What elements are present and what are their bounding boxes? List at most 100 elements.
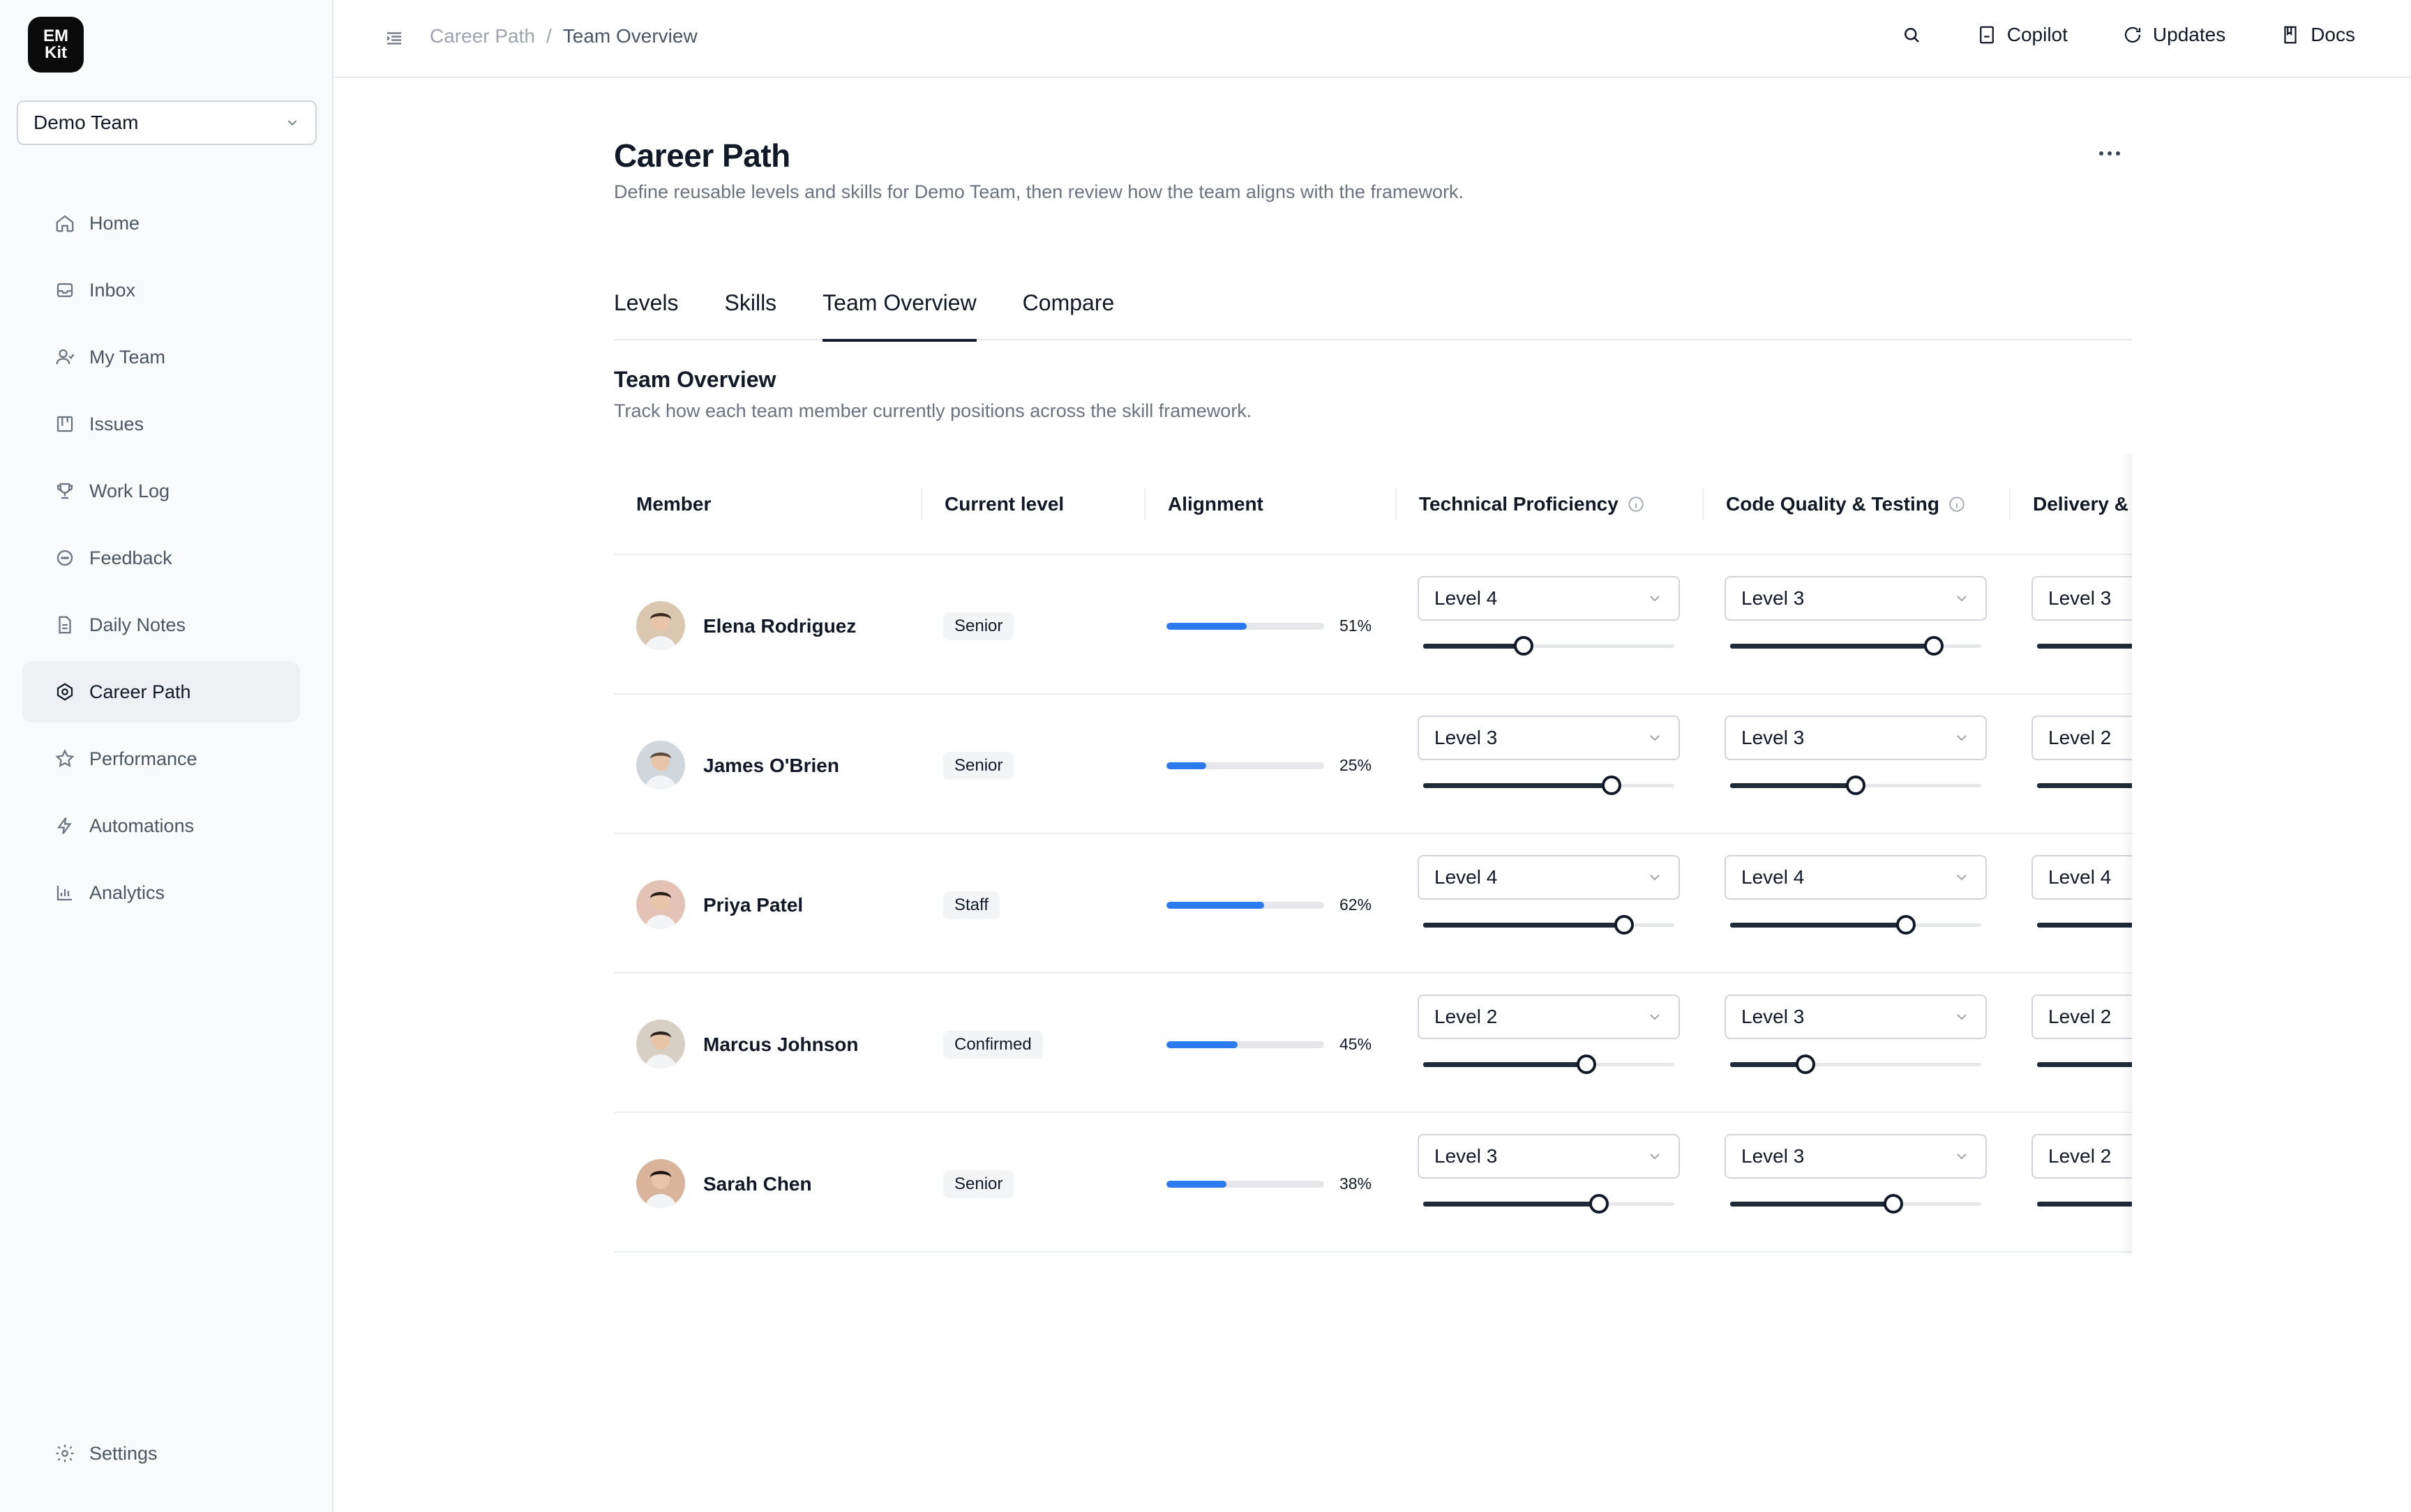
board-icon bbox=[57, 416, 73, 432]
tab-compare[interactable]: Compare bbox=[1023, 285, 1115, 340]
slider-thumb[interactable] bbox=[1514, 636, 1533, 656]
chevron-down-icon bbox=[1650, 596, 1660, 602]
skill-slider[interactable] bbox=[2037, 1054, 2132, 1074]
chevron-down-icon bbox=[1650, 1154, 1660, 1160]
slider-thumb[interactable] bbox=[1796, 1054, 1815, 1074]
search-button[interactable] bbox=[1901, 24, 1922, 45]
skill-level-value: Level 3 bbox=[1741, 1006, 1805, 1027]
skill-slider[interactable] bbox=[1423, 776, 1674, 795]
table-row[interactable]: James O'Brien Senior 25% Level 3 Level 3 Leve… bbox=[614, 695, 2132, 834]
more-options-button[interactable] bbox=[2093, 139, 2126, 167]
skill-level-value: Level 2 bbox=[2048, 1006, 2112, 1027]
sidebar-item-settings[interactable]: Settings bbox=[22, 1423, 300, 1484]
skill-level-value: Level 3 bbox=[1741, 587, 1805, 609]
slider-thumb[interactable] bbox=[1846, 776, 1865, 795]
tab-levels[interactable]: Levels bbox=[614, 285, 679, 340]
sidebar-item-home[interactable]: Home bbox=[22, 192, 300, 254]
table-row[interactable]: Sarah Chen Senior 38% Level 3 Level 3 Level 2 bbox=[614, 1113, 2132, 1253]
sidebar-item-daily-notes[interactable]: Daily Notes bbox=[22, 594, 300, 656]
sidebar-item-analytics[interactable]: Analytics bbox=[22, 862, 300, 923]
table-row[interactable]: Elena Rodriguez Senior 51% Level 4 Level 3 Le… bbox=[614, 555, 2132, 695]
sidebar-toggle-icon[interactable] bbox=[384, 28, 405, 49]
sidebar-item-inbox[interactable]: Inbox bbox=[22, 259, 300, 321]
skill-level-select[interactable]: Level 4 bbox=[1418, 576, 1680, 621]
skill-slider[interactable] bbox=[1423, 915, 1674, 935]
skill-slider[interactable] bbox=[1423, 1054, 1674, 1074]
tab-skills[interactable]: Skills bbox=[725, 285, 777, 340]
table-row[interactable]: Marcus Johnson Confirmed 45% Level 2 Level 3… bbox=[614, 974, 2132, 1113]
sidebar-item-work-log[interactable]: Work Log bbox=[22, 460, 300, 522]
skill-slider[interactable] bbox=[2037, 915, 2132, 935]
sidebar-settings: Settings bbox=[22, 1423, 300, 1490]
app-logo[interactable]: EM Kit bbox=[28, 17, 84, 73]
skill-level-select[interactable]: Level 3 bbox=[2031, 576, 2132, 621]
skill-slider[interactable] bbox=[2037, 1194, 2132, 1214]
sidebar-item-my-team[interactable]: My Team bbox=[22, 326, 300, 388]
slider-thumb[interactable] bbox=[1923, 636, 1944, 656]
team-selector[interactable]: Demo Team bbox=[17, 100, 317, 145]
sidebar-item-performance[interactable]: Performance bbox=[22, 728, 300, 789]
skill-slider[interactable] bbox=[1423, 636, 1674, 656]
column-header-label: Code Quality & Testing bbox=[1726, 493, 1939, 515]
skill-level-select[interactable]: Level 4 bbox=[1418, 855, 1680, 900]
skill-level-select[interactable]: Level 3 bbox=[1725, 1134, 1987, 1179]
docs-label: Docs bbox=[2311, 24, 2355, 45]
skill-slider[interactable] bbox=[1730, 776, 1981, 795]
skill-level-select[interactable]: Level 4 bbox=[2031, 855, 2132, 900]
skill-slider[interactable] bbox=[1730, 915, 1981, 935]
skill-cell: Level 2 bbox=[2031, 995, 2132, 1074]
slider-fill bbox=[1730, 644, 1934, 649]
chevron-down-icon bbox=[1957, 735, 1967, 741]
slider-thumb[interactable] bbox=[1602, 776, 1621, 795]
refresh-icon bbox=[2124, 27, 2141, 43]
info-icon[interactable] bbox=[1948, 495, 1966, 513]
copilot-button[interactable]: Copilot bbox=[1976, 24, 2068, 46]
skill-slider[interactable] bbox=[1730, 1054, 1981, 1074]
skill-level-select[interactable]: Level 2 bbox=[2031, 995, 2132, 1039]
skill-level-select[interactable]: Level 2 bbox=[2031, 1134, 2132, 1179]
skill-cell: Level 2 bbox=[2031, 1134, 2132, 1214]
skill-level-select[interactable]: Level 2 bbox=[2031, 716, 2132, 760]
skill-level-select[interactable]: Level 3 bbox=[1418, 1134, 1680, 1179]
skill-level-select[interactable]: Level 3 bbox=[1725, 995, 1987, 1039]
skill-slider[interactable] bbox=[1730, 1194, 1981, 1214]
sidebar-item-career-path[interactable]: Career Path bbox=[22, 661, 300, 723]
alignment-progress-bar bbox=[1166, 762, 1324, 769]
table-row[interactable]: Priya Patel Staff 62% Level 4 Level 4 Level 4 bbox=[614, 834, 2132, 974]
slider-thumb[interactable] bbox=[1614, 915, 1634, 935]
member-name[interactable]: Marcus Johnson bbox=[703, 1034, 858, 1056]
trophy-icon bbox=[57, 483, 73, 499]
slider-fill bbox=[2037, 1202, 2132, 1207]
tab-team-overview[interactable]: Team Overview bbox=[823, 285, 977, 342]
skill-level-select[interactable]: Level 4 bbox=[1725, 855, 1987, 900]
slider-thumb[interactable] bbox=[1577, 1054, 1596, 1074]
skill-level-select[interactable]: Level 2 bbox=[1418, 995, 1680, 1039]
sidebar-item-feedback[interactable]: Feedback bbox=[22, 527, 300, 589]
breadcrumb: Career Path / Team Overview bbox=[430, 25, 698, 47]
alignment-percent: 25% bbox=[1339, 756, 1372, 774]
updates-button[interactable]: Updates bbox=[2122, 24, 2225, 46]
slider-thumb[interactable] bbox=[1589, 1194, 1609, 1214]
skill-slider[interactable] bbox=[2037, 776, 2132, 795]
info-icon[interactable] bbox=[1627, 495, 1645, 513]
skill-level-select[interactable]: Level 3 bbox=[1725, 716, 1987, 760]
member-name[interactable]: Elena Rodriguez bbox=[703, 615, 856, 637]
slider-thumb[interactable] bbox=[1884, 1194, 1903, 1214]
sidebar-item-automations[interactable]: Automations bbox=[22, 795, 300, 856]
skill-level-value: Level 2 bbox=[2048, 727, 2112, 748]
slider-thumb[interactable] bbox=[1896, 915, 1916, 935]
skill-slider[interactable] bbox=[1423, 1194, 1674, 1214]
skill-slider[interactable] bbox=[2037, 636, 2132, 656]
skill-level-select[interactable]: Level 3 bbox=[1418, 716, 1680, 760]
skill-slider[interactable] bbox=[1730, 636, 1981, 656]
member-name[interactable]: Priya Patel bbox=[703, 894, 803, 916]
member-name[interactable]: James O'Brien bbox=[703, 755, 839, 777]
breadcrumb-parent[interactable]: Career Path bbox=[430, 25, 535, 47]
alignment-progress-bar bbox=[1166, 623, 1324, 630]
member-name[interactable]: Sarah Chen bbox=[703, 1173, 812, 1195]
docs-button[interactable]: Docs bbox=[2280, 24, 2355, 46]
sidebar-item-label: Career Path bbox=[89, 681, 191, 702]
skill-level-select[interactable]: Level 3 bbox=[1725, 576, 1987, 621]
sidebar-item-issues[interactable]: Issues bbox=[22, 393, 300, 455]
topbar: Career Path / Team Overview Copilot Upda… bbox=[335, 0, 2411, 78]
